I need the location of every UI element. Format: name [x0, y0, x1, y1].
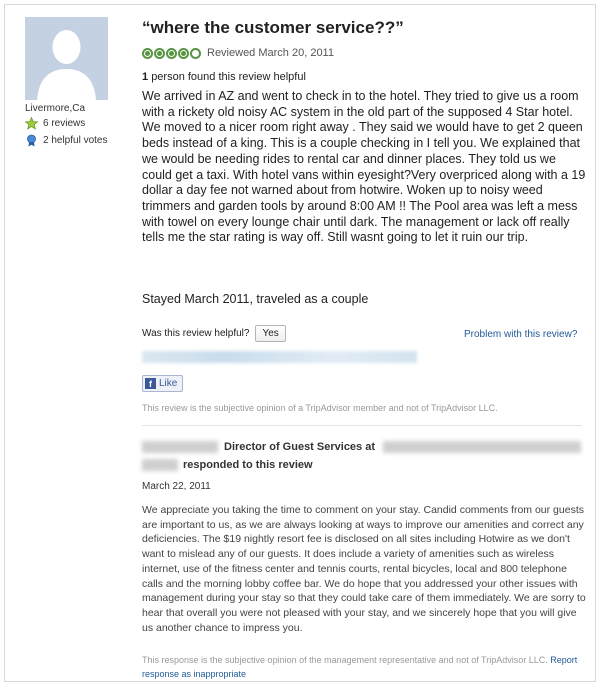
avatar[interactable]: [25, 17, 108, 100]
facebook-icon: f: [145, 378, 156, 389]
reviewer-helpful-votes[interactable]: 2 helpful votes: [25, 134, 108, 147]
review-date: Reviewed March 20, 2011: [207, 47, 334, 59]
helpful-votes-count: 2 helpful votes: [43, 135, 108, 146]
avatar-placeholder-icon: [25, 17, 108, 100]
redacted-name: [142, 441, 218, 453]
star-icon: [25, 117, 38, 130]
rating-bubble-icon: [178, 47, 189, 59]
rating-bubble-icon: [154, 47, 165, 59]
rating-bubble-icon: [142, 47, 153, 59]
response-role: Director of Guest Services at: [224, 441, 376, 453]
helpful-summary: 1 person found this review helpful: [142, 71, 306, 83]
helpful-prompt: Was this review helpful? Yes: [142, 325, 286, 342]
rating-bubble-icon: [166, 47, 177, 59]
stay-info: Stayed March 2011, traveled as a couple: [142, 292, 369, 306]
response-body: We appreciate you taking the time to com…: [142, 504, 586, 634]
bubble-rating: [142, 47, 201, 59]
redacted-hotel-short: [142, 459, 178, 471]
divider: [142, 425, 582, 426]
review-body: We arrived in AZ and went to check in to…: [142, 89, 586, 245]
helpful-question: Was this review helpful?: [142, 328, 250, 339]
reviews-count: 6 reviews: [43, 118, 86, 129]
review-disclaimer: This review is the subjective opinion of…: [142, 403, 498, 413]
reviewer-reviews[interactable]: 6 reviews: [25, 117, 85, 130]
response-disclaimer-text: This response is the subjective opinion …: [142, 655, 548, 665]
helpful-count: 1: [142, 71, 149, 83]
reviewer-location: Livermore,Ca: [25, 103, 86, 114]
problem-link[interactable]: Problem with this review?: [464, 329, 577, 340]
rating-row: Reviewed March 20, 2011: [142, 47, 334, 59]
redacted-bar: [142, 351, 417, 363]
badge-icon: [27, 134, 36, 147]
rating-bubble-empty-icon: [190, 47, 201, 59]
yes-button[interactable]: Yes: [255, 325, 286, 342]
response-date: March 22, 2011: [142, 481, 211, 492]
review-card: Livermore,Ca 6 reviews 2 helpful votes “…: [4, 4, 596, 682]
redacted-hotel: [383, 441, 581, 453]
like-label: Like: [159, 378, 178, 389]
facebook-like-button[interactable]: f Like: [142, 375, 184, 392]
response-heading: responded to this review: [183, 459, 313, 471]
response-disclaimer: This response is the subjective opinion …: [142, 653, 587, 681]
helpful-text: person found this review helpful: [151, 71, 306, 83]
review-title[interactable]: “where the customer service??”: [142, 18, 404, 38]
